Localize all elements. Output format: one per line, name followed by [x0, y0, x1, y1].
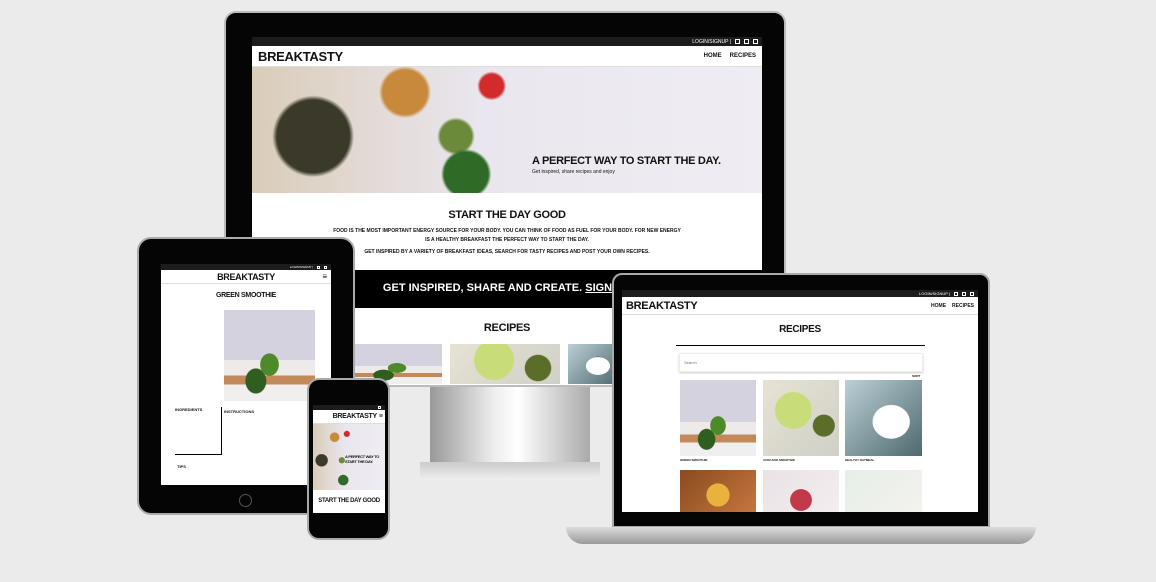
recipe-thumb[interactable] [450, 344, 560, 384]
recipe-card-image[interactable] [680, 380, 756, 456]
facebook-icon[interactable] [954, 291, 958, 296]
twitter-icon[interactable] [753, 39, 758, 44]
hero-title: A PERFECT WAY TO START THE DAY. [532, 155, 721, 167]
intro-title: START THE DAY GOOD [448, 209, 566, 221]
recipe-card-image[interactable] [763, 380, 839, 456]
hero-subtitle: Get inspired, share recipes and enjoy [532, 169, 615, 175]
top-bar: LOGIN/SIGNUP | [252, 37, 762, 46]
instagram-icon[interactable] [962, 291, 966, 296]
twitter-icon[interactable] [970, 291, 974, 296]
intro-title: START THE DAY GOOD [318, 498, 380, 504]
instagram-icon[interactable] [324, 265, 327, 269]
hamburger-menu-icon[interactable]: ≡ [322, 272, 327, 281]
recipe-image [224, 310, 315, 401]
brand-logo[interactable]: BREAKTASTY [217, 272, 275, 282]
brand-logo[interactable]: BREAKTASTY [333, 413, 378, 420]
nav-home[interactable]: HOME [704, 53, 722, 59]
cta-text: GET INSPIRED, SHARE AND CREATE. [382, 282, 583, 294]
hamburger-menu-icon[interactable]: ≡ [379, 413, 383, 420]
desktop-stand [430, 387, 590, 462]
login-link[interactable]: LOGIN/SIGNUP | [692, 39, 731, 45]
brand-logo[interactable]: BREAKTASTY [258, 49, 343, 64]
tips-heading: TIPS [177, 464, 186, 469]
facebook-icon[interactable] [735, 39, 740, 44]
facebook-icon[interactable] [317, 265, 320, 269]
recipe-card-title[interactable]: HEALTHY OATMEAL [845, 458, 874, 462]
nav-recipes[interactable]: RECIPES [730, 53, 756, 59]
desktop-stand-base [420, 462, 600, 480]
nav-recipes[interactable]: RECIPES [952, 303, 974, 309]
tablet-home-button [239, 494, 252, 507]
laptop-screen: LOGIN/SIGNUP | BREAKTASTY HOME RECIPES RE… [622, 290, 978, 512]
ingredients-heading: INGREDIENTS [175, 407, 203, 412]
ingredients-box: INGREDIENTS [175, 407, 222, 455]
facebook-icon[interactable] [378, 406, 381, 409]
recipe-card-image[interactable] [845, 380, 922, 456]
recipe-card-image[interactable] [845, 470, 922, 512]
navbar: BREAKTASTY HOME RECIPES [252, 46, 762, 67]
laptop-base [566, 527, 1036, 544]
intro-text-2: GET INSPIRED BY A VARIETY OF BREAKFAST I… [364, 249, 650, 255]
sort-button[interactable]: SORT [912, 374, 920, 378]
recipe-card-image[interactable] [680, 470, 756, 512]
instructions-heading: INSTRUCTIONS [224, 409, 254, 414]
recipe-card-title[interactable]: GREEN SMOOTHIE [680, 458, 708, 462]
recipe-card-title[interactable]: AVOCADO SMOOTHIE [763, 458, 795, 462]
recipe-card-image[interactable] [763, 470, 839, 512]
login-link[interactable]: LOGIN/SIGNUP | [919, 291, 950, 296]
hero-title: A PERFECT WAY TO START THE DAY. [345, 454, 380, 464]
brand-logo[interactable]: BREAKTASTY [626, 300, 698, 312]
recipe-title: GREEN SMOOTHIE [216, 292, 276, 299]
intro-text: FOOD IS THE MOST IMPORTANT ENERGY SOURCE… [333, 228, 681, 243]
recipes-heading: RECIPES [779, 324, 821, 335]
search-input[interactable] [679, 353, 923, 372]
nav-home[interactable]: HOME [931, 303, 946, 309]
instagram-icon[interactable] [744, 39, 749, 44]
login-link[interactable]: LOGIN/SIGNUP | [290, 265, 313, 269]
heading-underline [676, 345, 925, 346]
recipe-thumb[interactable] [568, 344, 618, 384]
tablet-screen: LOGIN/SIGNUP | BREAKTASTY ≡ GREEN SMOOTH… [161, 264, 331, 485]
hero-image: A PERFECT WAY TO START THE DAY. [313, 424, 385, 490]
hero-image: A PERFECT WAY TO START THE DAY. Get insp… [252, 67, 762, 193]
phone-screen: BREAKTASTY ≡ A PERFECT WAY TO START THE … [313, 405, 385, 513]
